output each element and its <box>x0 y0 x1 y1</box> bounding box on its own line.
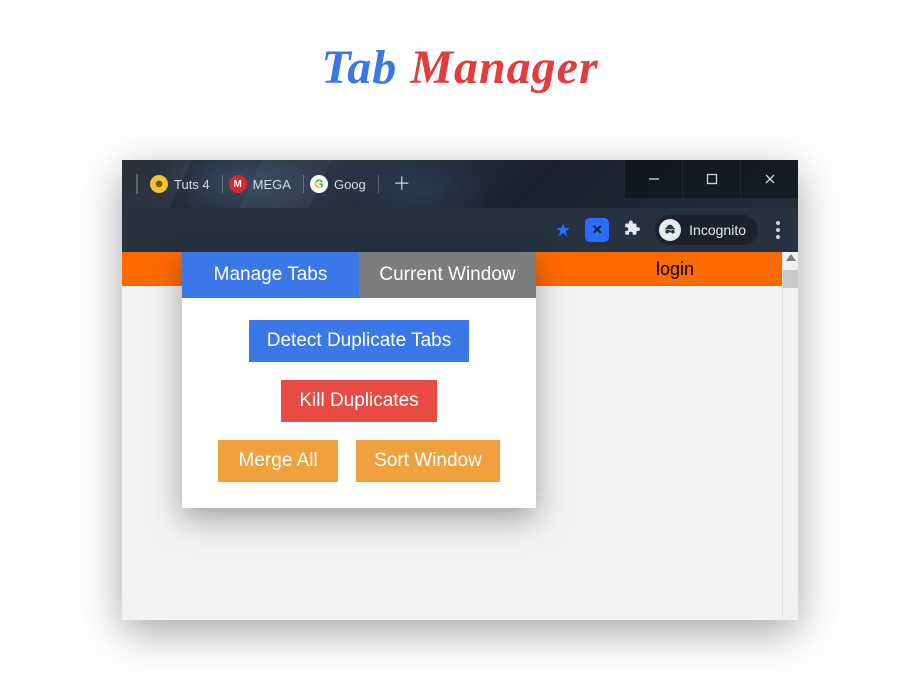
browser-tab[interactable]: M MEGA <box>225 169 301 199</box>
merge-all-button[interactable]: Merge All <box>218 440 338 482</box>
title-word-tab: Tab <box>321 41 397 94</box>
bookmark-star-icon[interactable]: ★ <box>555 220 571 241</box>
incognito-indicator[interactable]: Incognito <box>655 215 758 245</box>
login-link[interactable]: login <box>656 259 694 280</box>
popup-tabs: Manage Tabs Current Window <box>182 252 536 298</box>
browser-window: ☻ Tuts 4 M MEGA Goog ＋ <box>122 160 798 620</box>
browser-tab-label: Tuts 4 <box>174 177 210 192</box>
google-icon <box>310 175 328 193</box>
scroll-up-icon <box>786 254 796 261</box>
page-viewport: login Manage Tabs Current Window Detect … <box>122 252 798 620</box>
tab-separator <box>303 175 304 193</box>
page-title: Tab Manager <box>0 0 920 95</box>
tab-separator <box>378 175 379 193</box>
maximize-icon <box>706 173 718 185</box>
incognito-label: Incognito <box>689 222 746 238</box>
tab-strip-divider <box>136 174 138 194</box>
new-tab-button[interactable]: ＋ <box>389 171 415 197</box>
kill-duplicates-button[interactable]: Kill Duplicates <box>281 380 436 422</box>
extension-button[interactable]: ✕ <box>585 218 609 242</box>
incognito-icon <box>659 219 681 241</box>
browser-toolbar: ★ ✕ Incognito <box>122 208 798 252</box>
tab-manage-tabs[interactable]: Manage Tabs <box>182 252 359 298</box>
tab-current-window[interactable]: Current Window <box>359 252 536 298</box>
browser-menu-button[interactable] <box>772 217 784 243</box>
minimize-button[interactable] <box>624 160 682 198</box>
window-controls <box>624 160 798 198</box>
extension-popup: Manage Tabs Current Window Detect Duplic… <box>182 252 536 508</box>
vertical-scrollbar[interactable] <box>782 252 798 620</box>
browser-tab[interactable]: Goog <box>306 169 376 199</box>
sort-window-button[interactable]: Sort Window <box>356 440 500 482</box>
extensions-puzzle-icon[interactable] <box>623 219 641 242</box>
smiley-icon: ☻ <box>150 175 168 193</box>
browser-tab-label: Goog <box>334 177 366 192</box>
browser-tab-label: MEGA <box>253 177 291 192</box>
detect-duplicate-tabs-button[interactable]: Detect Duplicate Tabs <box>249 320 469 362</box>
tab-strip: ☻ Tuts 4 M MEGA Goog ＋ <box>122 160 798 208</box>
scrollbar-thumb[interactable] <box>783 270 798 288</box>
title-word-manager: Manager <box>410 41 598 94</box>
popup-body: Detect Duplicate Tabs Kill Duplicates Me… <box>182 298 536 508</box>
maximize-button[interactable] <box>682 160 740 198</box>
tab-separator <box>222 175 223 193</box>
minimize-icon <box>648 173 660 185</box>
close-button[interactable] <box>740 160 798 198</box>
close-icon <box>764 173 776 185</box>
mega-icon: M <box>229 175 247 193</box>
browser-tab[interactable]: ☻ Tuts 4 <box>146 169 220 199</box>
